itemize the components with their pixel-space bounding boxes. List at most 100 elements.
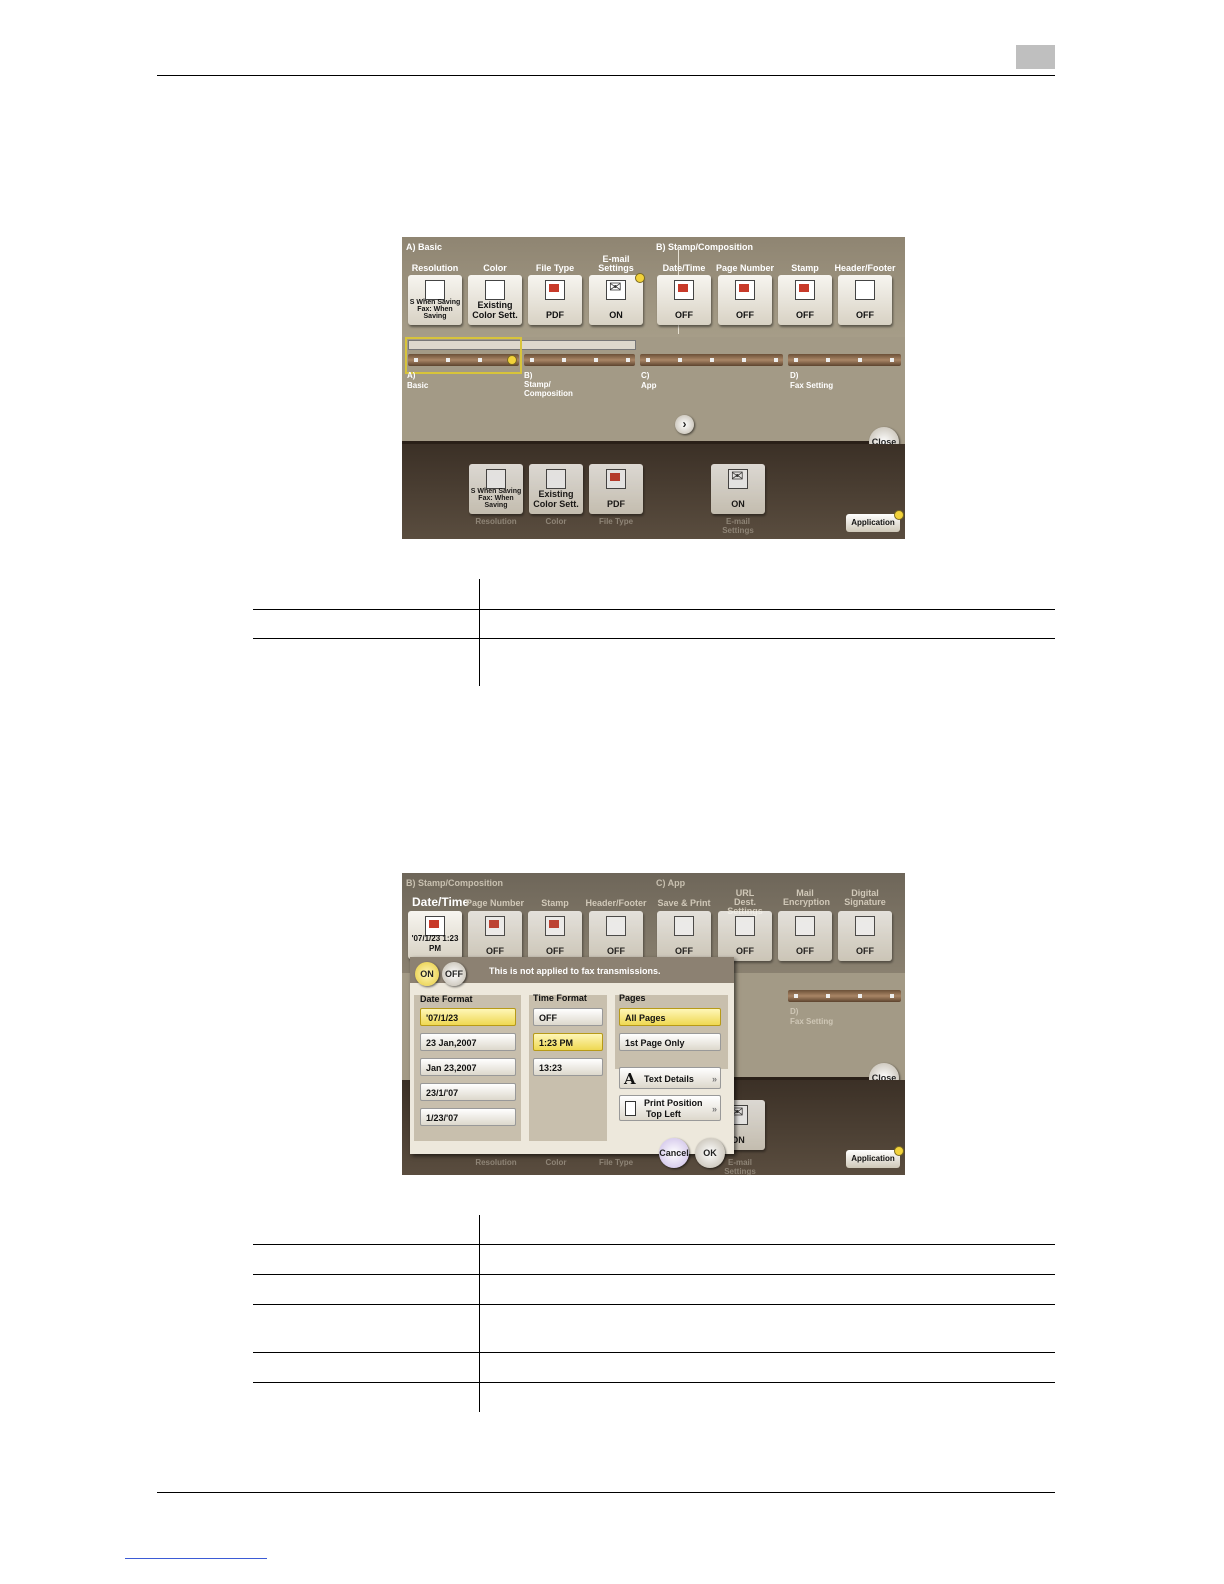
track-basic[interactable] — [408, 354, 519, 366]
label-mail-encryption: Mail Encryption — [783, 888, 831, 907]
label-resolution: Resolution — [411, 263, 459, 273]
date-time-button[interactable]: '07/1/23 1:23 PM — [408, 911, 462, 959]
label-page-number: Page Number — [465, 898, 525, 908]
pages-option-first[interactable]: 1st Page Only — [619, 1033, 721, 1051]
track-app[interactable] — [640, 354, 783, 366]
bg-email-button: ON — [711, 464, 765, 514]
page-number-icon — [485, 916, 505, 936]
page-number-box — [1016, 45, 1055, 69]
bg-label-resolution: Resolution — [475, 1158, 517, 1167]
date-option-4[interactable]: 23/1/'07 — [420, 1083, 516, 1101]
label-header-footer: Header/Footer — [585, 898, 647, 908]
header-footer-button[interactable]: OFF — [838, 275, 892, 325]
application-button[interactable]: Application — [846, 514, 900, 532]
mail-icon — [606, 278, 626, 300]
time-option-off[interactable]: OFF — [533, 1008, 603, 1026]
stamp-icon — [545, 916, 565, 936]
setting-indicator-dot — [635, 273, 645, 283]
track-fax[interactable] — [788, 990, 901, 1002]
date-time-button[interactable]: OFF — [657, 275, 711, 325]
screenshot-application-menu: A) Basic B) Stamp/Composition Resolution… — [402, 237, 905, 539]
date-stamp-icon — [674, 280, 694, 300]
pdf-icon — [545, 280, 565, 300]
bg-label-file-type: File Type — [598, 517, 634, 526]
url-dest-button[interactable]: OFF — [718, 911, 772, 961]
print-position-button[interactable]: Print Position Top Left» — [619, 1095, 721, 1121]
bg-resolution-button: S When Saving Fax: When Saving — [469, 464, 523, 514]
text-details-button[interactable]: A Text Details» — [619, 1067, 721, 1089]
nav-app[interactable]: C) App — [641, 371, 657, 391]
date-option-1[interactable]: '07/1/23 — [420, 1008, 516, 1026]
page-number-button[interactable]: OFF — [468, 911, 522, 961]
table2-row-rule — [253, 1352, 1055, 1353]
header-footer-icon — [606, 916, 626, 936]
label-stamp: Stamp — [791, 263, 819, 273]
bg-label-color: Color — [545, 1158, 567, 1167]
bg-label-email: E-mail Settings — [724, 1158, 756, 1175]
url-icon — [735, 916, 755, 936]
off-button[interactable]: OFF — [442, 962, 466, 986]
nav-basic[interactable]: A) Basic — [407, 371, 428, 391]
ok-button[interactable]: OK — [695, 1138, 725, 1168]
pages-group — [615, 995, 728, 1069]
pages-option-all[interactable]: All Pages — [619, 1008, 721, 1026]
link-underline — [125, 1558, 267, 1559]
date-time-dialog: ON OFF This is not applied to fax transm… — [410, 957, 734, 1154]
chevron-right-icon: » — [711, 1074, 717, 1084]
nav-stamp[interactable]: B) Stamp/ Composition — [524, 371, 574, 398]
pages-label: Pages — [619, 993, 646, 1003]
section-stamp: B) Stamp/Composition — [406, 878, 503, 888]
resolution-button[interactable]: S When Saving Fax: When Saving — [408, 275, 462, 325]
label-file-type: File Type — [535, 263, 575, 273]
chevron-right-icon: » — [711, 1104, 717, 1114]
color-icon — [546, 469, 566, 489]
page-number-button[interactable]: OFF — [718, 275, 772, 325]
on-button[interactable]: ON — [415, 962, 439, 986]
nav-fax[interactable]: D) Fax Setting — [790, 1007, 833, 1027]
email-settings-button[interactable]: ON — [589, 275, 643, 325]
date-option-3[interactable]: Jan 23,2007 — [420, 1058, 516, 1076]
digital-signature-button[interactable]: OFF — [838, 911, 892, 961]
bg-label-file-type: File Type — [598, 1158, 634, 1167]
signature-icon — [855, 916, 875, 936]
date-option-2[interactable]: 23 Jan,2007 — [420, 1033, 516, 1051]
next-arrow-icon[interactable]: › — [675, 415, 694, 434]
mail-encryption-button[interactable]: OFF — [778, 911, 832, 961]
application-indicator-dot — [894, 1146, 904, 1156]
fax-notice: This is not applied to fax transmissions… — [489, 966, 661, 976]
nav-fax[interactable]: D) Fax Setting — [790, 371, 833, 391]
label-header-footer: Header/Footer — [834, 263, 896, 273]
header-footer-icon — [855, 280, 875, 300]
section-app: C) App — [656, 878, 686, 888]
position-dot — [507, 355, 517, 365]
stamp-button[interactable]: OFF — [778, 275, 832, 325]
table1-row-rule — [253, 638, 1055, 639]
file-type-button[interactable]: PDF — [528, 275, 582, 325]
date-format-label: Date Format — [420, 994, 473, 1004]
time-option-24h[interactable]: 13:23 — [533, 1058, 603, 1076]
pdf-icon — [606, 469, 626, 489]
color-icon — [485, 280, 505, 300]
header-footer-button[interactable]: OFF — [589, 911, 643, 961]
color-button[interactable]: Existing Color Sett. — [468, 275, 522, 325]
track-fax[interactable] — [788, 354, 901, 366]
page-position-icon — [625, 1101, 636, 1116]
time-option-12h[interactable]: 1:23 PM — [533, 1033, 603, 1051]
application-indicator-dot — [894, 510, 904, 520]
footer-rule — [157, 1492, 1055, 1493]
label-stamp: Stamp — [541, 898, 569, 908]
table2-row-rule — [253, 1244, 1055, 1245]
save-print-button[interactable]: OFF — [657, 911, 711, 961]
track-stamp[interactable] — [524, 354, 635, 366]
date-option-5[interactable]: 1/23/'07 — [420, 1108, 516, 1126]
text-icon: A — [624, 1070, 636, 1088]
cancel-button[interactable]: Cancel — [659, 1138, 689, 1168]
label-email-settings: E-mail Settings — [598, 254, 634, 273]
application-button[interactable]: Application — [846, 1150, 900, 1168]
scanner-icon — [486, 469, 506, 489]
table2-row-rule — [253, 1274, 1055, 1275]
bg-file-type-button: PDF — [589, 464, 643, 514]
stamp-button[interactable]: OFF — [528, 911, 582, 961]
header-rule — [157, 75, 1055, 76]
label-page-number: Page Number — [715, 263, 775, 273]
